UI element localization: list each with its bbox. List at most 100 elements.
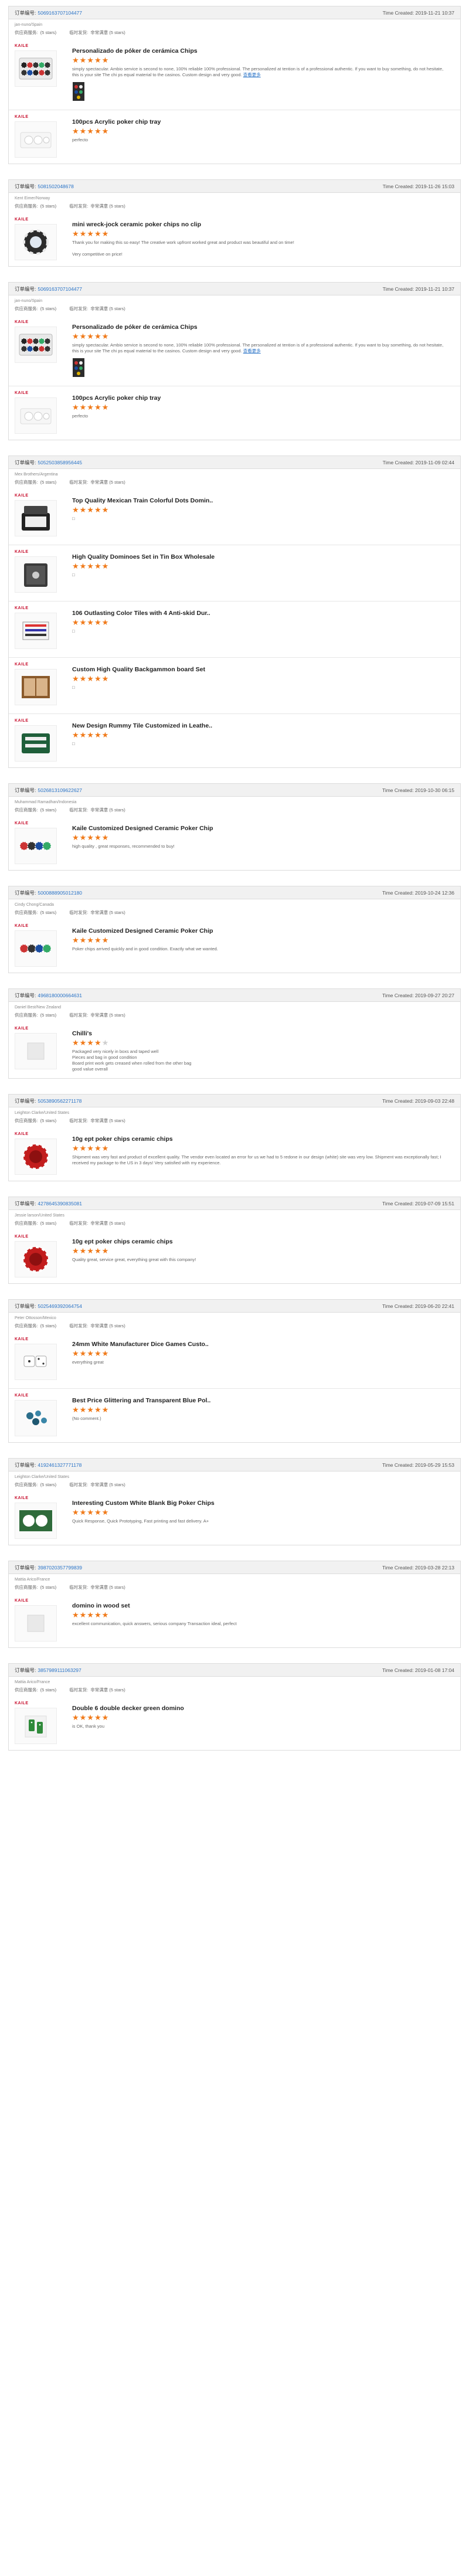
product-title[interactable]: High Quality Dominoes Set in Tin Box Who… [72,550,448,560]
product-title[interactable]: 24mm White Manufacturer Dice Games Custo… [72,1337,448,1348]
review-comment: perfecto [72,413,448,419]
review-comment: □ [72,572,448,578]
product-title[interactable]: New Design Rummy Tile Customized in Leat… [72,719,448,729]
supplier-service-rating: 供应商服务: (5 stars) [15,1117,56,1124]
order-header: 订单编号: 5025469392064754 Time Created: 2019-… [9,1300,460,1313]
supplier-service-rating: 供应商服务: (5 stars) [15,305,56,312]
supplier-ratings: 供应商服务: (5 stars) 临时发货: 非常满意 (5 stars) [9,908,460,919]
order-number-label: 订单编号: [15,286,36,292]
product-thumbnail[interactable] [15,397,57,434]
brand-logo: KAILE [15,1394,29,1398]
order-number-link[interactable]: 5081502048678 [38,183,73,189]
time-label: Time Created: [382,9,414,16]
product-title[interactable]: mini wreck-jock ceramic poker chips no c… [72,218,448,228]
time-label: Time Created: [382,889,414,896]
order-number-link[interactable]: 4968180000664631 [38,993,82,998]
order-number-link[interactable]: 3857989111063297 [38,1667,81,1673]
order-number-link[interactable]: 5000888905012180 [38,890,82,896]
product-image-column: KAILE [15,606,72,649]
product-thumbnail[interactable] [15,725,57,762]
time-value: 2019-07-09 15:51 [414,1200,454,1207]
star-rating: ★★★★★ [72,1246,110,1255]
order-number-link[interactable]: 4278645390835081 [38,1201,82,1207]
product-title[interactable]: Personalizado de póker de cerámica Chips [72,320,448,331]
shipping-label: 临时发货: [69,1012,89,1018]
order-card: 订单编号: 5025469392064754 Time Created: 2019-… [8,1299,461,1443]
review-photo[interactable] [72,358,85,378]
product-thumbnail[interactable] [15,930,57,967]
product-thumbnail[interactable] [15,1503,57,1539]
shipping-score: (5 stars) [109,910,125,915]
review-photo[interactable] [72,81,85,101]
order-number-link[interactable]: 3987020357799839 [38,1565,82,1571]
supplier-ratings: 供应商服务: (5 stars) 临时发货: 非常满意 (5 stars) [9,202,460,213]
order-number-link[interactable]: 5025469392064754 [38,1303,82,1309]
order-card: 订单编号: 3987020357799839 Time Created: 2019-… [8,1561,461,1648]
product-thumbnail[interactable] [15,500,57,536]
buyer-location: Mattia Arico/France [15,1578,50,1582]
review-item: KAILE Chilli's ★★★★★ Packaged very nicely i… [9,1022,460,1078]
product-title[interactable]: Best Price Glittering and Transparent Bl… [72,1394,448,1404]
brand-logo: KAILE [15,115,29,119]
review-text: Shipment was very fast and product of ex… [72,1154,441,1165]
product-image-column: KAILE [15,924,72,967]
shipping-value: 非常满意 [90,306,108,311]
order-number-link[interactable]: 4192461327771178 [38,1462,81,1468]
supplier-service-score: (5 stars) [40,480,57,485]
shipping-value: 非常满意 [90,1482,108,1487]
product-title[interactable]: Chilli's [72,1027,448,1037]
supplier-service-label: 供应商服务: [15,1687,38,1693]
product-thumbnail[interactable] [15,613,57,649]
read-more-link[interactable]: 查看更多 [243,72,261,77]
shipping-rating: 临时发货: 非常满意 (5 stars) [69,1117,125,1124]
order-card: 订单编号: 5069163707104477 Time Created: 2019-… [8,282,461,440]
product-thumbnail[interactable] [15,50,57,87]
product-title[interactable]: Kaile Customized Designed Ceramic Poker … [72,924,448,934]
order-number-label: 订单编号: [15,1303,36,1309]
product-thumbnail[interactable] [15,828,57,864]
brand-logo: KAILE [15,662,29,667]
buyer-location: Jessie larson/United States [15,1214,64,1218]
product-title[interactable]: Custom High Quality Backgammon board Set [72,662,448,673]
review-text: perfecto [72,413,89,419]
review-item: KAILE Kaile Customized Designed Ceramic P… [9,817,460,870]
order-number-link[interactable]: 5052503858956445 [38,460,82,465]
order-card: 订单编号: 5000888905012180 Time Created: 2019-… [8,886,461,973]
product-image-column: KAILE [15,662,72,705]
product-thumbnail[interactable] [15,327,57,363]
order-number-link[interactable]: 5026813109622627 [38,787,82,793]
order-number-link[interactable]: 5069163707104477 [38,10,82,16]
order-number-link[interactable]: 5053890562271178 [38,1098,81,1104]
product-thumbnail[interactable] [15,121,57,158]
product-thumbnail[interactable] [15,1400,57,1436]
order-number-row: 订单编号: 5025469392064754 [15,1303,82,1310]
product-thumbnail[interactable] [15,1605,57,1642]
order-number-link[interactable]: 5069163707104477 [38,286,82,292]
read-more-link[interactable]: 查看更多 [243,348,261,354]
product-title[interactable]: Top Quality Mexican Train Colorful Dots … [72,494,448,504]
product-thumbnail[interactable] [15,669,57,705]
brand-logo: KAILE [15,218,29,222]
product-thumbnail[interactable] [15,1241,57,1277]
product-thumbnail[interactable] [15,1139,57,1175]
order-header: 订单编号: 3987020357799839 Time Created: 2019-… [9,1561,460,1574]
product-thumbnail[interactable] [15,1033,57,1069]
product-thumbnail[interactable] [15,1344,57,1380]
product-title[interactable]: 10g ept poker chips ceramic chips [72,1235,448,1245]
product-title[interactable]: domino in wood set [72,1599,448,1609]
order-number-row: 订单编号: 4278645390835081 [15,1200,82,1207]
product-title[interactable]: 100pcs Acrylic poker chip tray [72,391,448,402]
product-thumbnail[interactable] [15,224,57,260]
product-title[interactable]: Double 6 double decker green domino [72,1701,448,1712]
product-title[interactable]: Personalizado de póker de cerámica Chips [72,44,448,55]
product-title[interactable]: 10g ept poker chips ceramic chips [72,1132,448,1143]
product-title[interactable]: 106 Outlasting Color Tiles with 4 Anti-s… [72,606,448,617]
product-thumbnail[interactable] [15,556,57,593]
product-title[interactable]: Kaile Customized Designed Ceramic Poker … [72,821,448,832]
product-title[interactable]: Interesting Custom White Blank Big Poker… [72,1496,448,1507]
supplier-service-score: (5 stars) [40,1118,57,1123]
product-thumbnail[interactable] [15,1708,57,1744]
product-title[interactable]: 100pcs Acrylic poker chip tray [72,115,448,125]
review-detail: Custom High Quality Backgammon board Set… [72,662,454,705]
supplier-ratings: 供应商服务: (5 stars) 临时发货: 非常满意 (5 stars) [9,1321,460,1333]
